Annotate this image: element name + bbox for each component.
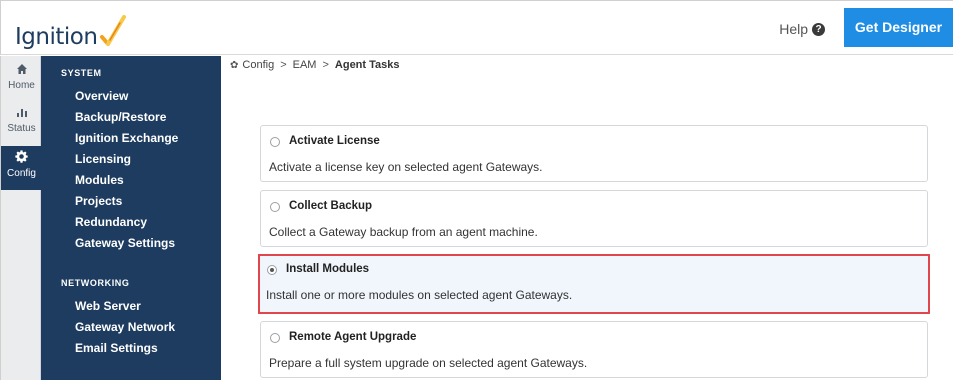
radio-collect-backup[interactable] — [270, 202, 280, 212]
rail-item-status[interactable]: Status — [1, 101, 42, 145]
breadcrumb: ✿ Config > EAM > Agent Tasks — [230, 59, 400, 71]
nav-item-licensing[interactable]: Licensing — [75, 152, 131, 166]
nav-item-gateway-network[interactable]: Gateway Network — [75, 320, 175, 334]
nav-item-modules[interactable]: Modules — [75, 173, 124, 187]
task-description: Activate a license key on selected agent… — [269, 160, 543, 174]
home-icon — [1, 62, 42, 78]
rail-label-config: Config — [7, 168, 36, 179]
get-designer-button[interactable]: Get Designer — [844, 8, 953, 47]
rail-item-config[interactable]: Config — [1, 146, 42, 190]
task-title: Collect Backup — [289, 200, 373, 212]
radio-activate-license[interactable] — [270, 137, 280, 147]
nav-item-gateway-settings[interactable]: Gateway Settings — [75, 236, 175, 250]
help-link[interactable]: Help ? — [779, 21, 825, 37]
ignition-logo[interactable]: Ignition — [15, 9, 128, 49]
task-card-collect-backup[interactable]: Collect Backup Collect a Gateway backup … — [260, 190, 928, 247]
task-description: Prepare a full system upgrade on selecte… — [269, 356, 588, 370]
top-header: Ignition Help ? Get Designer — [0, 0, 953, 55]
logo-check-icon — [100, 15, 127, 46]
breadcrumb-eam[interactable]: EAM — [293, 59, 317, 71]
breadcrumb-config[interactable]: Config — [242, 59, 274, 71]
nav-item-overview[interactable]: Overview — [75, 89, 128, 103]
task-card-remote-agent-upgrade[interactable]: Remote Agent Upgrade Prepare a full syst… — [260, 321, 928, 378]
question-circle-icon: ? — [812, 22, 825, 36]
config-nav-sidebar: SYSTEM Overview Backup/Restore Ignition … — [41, 56, 221, 380]
breadcrumb-separator: > — [280, 59, 287, 71]
task-card-activate-license[interactable]: Activate License Activate a license key … — [260, 125, 928, 182]
nav-item-projects[interactable]: Projects — [75, 194, 122, 208]
radio-install-modules[interactable] — [267, 265, 277, 275]
breadcrumb-separator: > — [322, 59, 329, 71]
rail-label-home: Home — [8, 80, 35, 91]
nav-item-email-settings[interactable]: Email Settings — [75, 341, 158, 355]
breadcrumb-current: Agent Tasks — [334, 59, 400, 71]
task-title: Remote Agent Upgrade — [289, 331, 417, 343]
rail-label-status: Status — [7, 123, 36, 134]
nav-item-web-server[interactable]: Web Server — [75, 299, 141, 313]
task-title: Install Modules — [286, 263, 370, 275]
nav-item-redundancy[interactable]: Redundancy — [75, 215, 147, 229]
nav-item-backup-restore[interactable]: Backup/Restore — [75, 110, 166, 124]
breadcrumb-gear-icon: ✿ — [230, 59, 239, 71]
nav-section-networking: NETWORKING — [61, 278, 130, 288]
task-description: Collect a Gateway backup from an agent m… — [269, 225, 538, 239]
task-card-install-modules[interactable]: Install Modules Install one or more modu… — [258, 254, 930, 314]
nav-item-ignition-exchange[interactable]: Ignition Exchange — [75, 131, 178, 145]
radio-remote-agent-upgrade[interactable] — [270, 333, 280, 343]
bar-chart-icon — [1, 105, 42, 121]
task-description: Install one or more modules on selected … — [266, 288, 573, 302]
task-title: Activate License — [289, 135, 380, 147]
gear-icon — [1, 150, 42, 166]
nav-section-system: SYSTEM — [61, 68, 102, 78]
logo-text: Ignition — [15, 24, 98, 50]
help-label: Help — [779, 21, 808, 37]
rail-item-home[interactable]: Home — [1, 58, 42, 102]
left-rail: Home Status Config — [0, 56, 42, 380]
